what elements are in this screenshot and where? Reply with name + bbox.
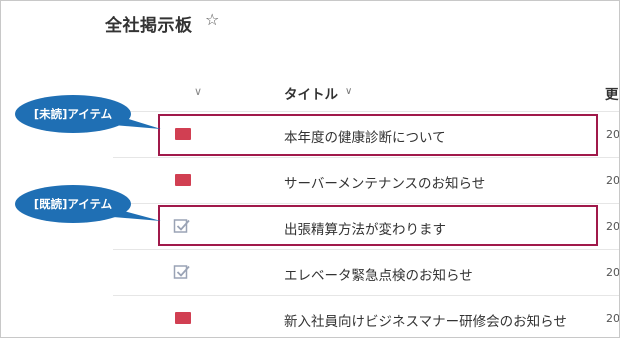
item-date: 20 — [606, 128, 620, 141]
column-sort-chevron-icon[interactable]: ∨ — [345, 86, 352, 97]
list-item[interactable]: エレベータ緊急点検のお知らせ 20 — [113, 250, 619, 296]
select-all-chevron-icon[interactable]: ∨ — [194, 85, 202, 98]
column-header-next[interactable]: 更 — [605, 83, 619, 103]
item-date: 20 — [606, 266, 620, 279]
read-callout: [既読]アイテム — [15, 185, 131, 223]
read-callout-label: [既読]アイテム — [33, 197, 113, 211]
screenshot-frame: 全社掲示板 ☆ ∨ タイトル ∨ 更 本年度の健康診断について 20 サーバーメ… — [0, 0, 620, 338]
list-item[interactable]: サーバーメンテナンスのお知らせ 20 — [113, 158, 619, 204]
favorite-star-icon[interactable]: ☆ — [205, 10, 219, 29]
unread-mail-icon — [175, 312, 191, 324]
unread-mail-icon — [175, 174, 191, 186]
item-title[interactable]: サーバーメンテナンスのお知らせ — [284, 172, 485, 192]
list-item[interactable]: 新入社員向けビジネスマナー研修会のお知らせ 20 — [113, 296, 620, 337]
item-date: 20 — [606, 312, 620, 325]
unread-item-highlight — [158, 114, 598, 156]
unread-callout: [未読]アイテム — [15, 95, 131, 133]
page-title: 全社掲示板 — [105, 16, 193, 36]
item-date: 20 — [606, 220, 620, 233]
item-title[interactable]: エレベータ緊急点検のお知らせ — [284, 264, 473, 284]
read-check-icon — [173, 265, 190, 279]
unread-callout-label: [未読]アイテム — [33, 107, 113, 121]
item-date: 20 — [606, 174, 620, 187]
item-title[interactable]: 新入社員向けビジネスマナー研修会のお知らせ — [284, 310, 567, 330]
read-item-highlight — [158, 205, 598, 246]
column-header-title[interactable]: タイトル — [284, 83, 338, 103]
